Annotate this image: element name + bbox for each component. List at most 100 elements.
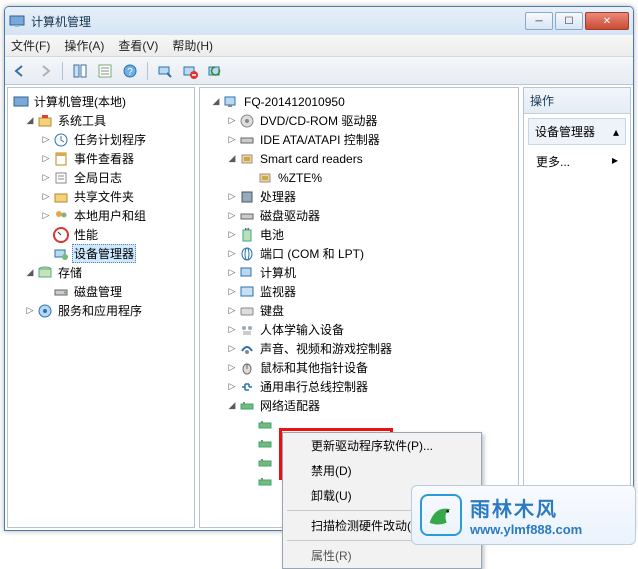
watermark-logo: 雨林木风 www.ylmf888.com: [411, 485, 636, 545]
expand-icon[interactable]: ▷: [40, 172, 52, 184]
expand-icon[interactable]: ▷: [226, 191, 238, 203]
expand-icon[interactable]: ▷: [226, 286, 238, 298]
collapse-icon[interactable]: ◢: [24, 115, 36, 127]
tree-item[interactable]: ▷任务计划程序: [8, 130, 194, 149]
tree-item-label: 本地用户和组: [72, 206, 148, 225]
tree-systools[interactable]: ◢ 系统工具: [8, 111, 194, 130]
expand-icon[interactable]: ▷: [226, 210, 238, 222]
device-icon: [239, 379, 255, 395]
logo-text: 雨林木风: [470, 493, 582, 522]
device-label: Smart card readers: [258, 151, 365, 167]
device-category[interactable]: ▷ 鼠标和其他指针设备: [200, 358, 518, 377]
device-label: 鼠标和其他指针设备: [258, 358, 370, 377]
ctx-disable[interactable]: 禁用(D): [283, 458, 481, 483]
device-icon: [239, 398, 255, 414]
titlebar[interactable]: 计算机管理 ─ ☐ ✕: [5, 7, 633, 35]
device-category[interactable]: ▷ 键盘: [200, 301, 518, 320]
tree-root[interactable]: 计算机管理(本地): [8, 92, 194, 111]
app-icon: [9, 13, 25, 29]
collapse-icon[interactable]: ◢: [24, 267, 36, 279]
ctx-properties[interactable]: 属性(R): [283, 543, 481, 568]
expand-icon[interactable]: ▷: [226, 305, 238, 317]
expand-icon[interactable]: ▷: [226, 115, 238, 127]
expand-icon[interactable]: ▷: [226, 324, 238, 336]
device-category[interactable]: ▷端口 (COM 和 LPT): [200, 244, 518, 263]
device-category[interactable]: ▷计算机: [200, 263, 518, 282]
collapse-icon[interactable]: ◢: [226, 400, 238, 412]
expand-icon[interactable]: ▷: [226, 134, 238, 146]
tree-services[interactable]: ▷ 服务和应用程序: [8, 301, 194, 320]
back-button[interactable]: [9, 60, 31, 82]
actions-subheader[interactable]: 设备管理器 ▴: [528, 118, 626, 145]
expand-icon[interactable]: ▷: [24, 305, 36, 317]
device-category[interactable]: ▷声音、视频和游戏控制器: [200, 339, 518, 358]
tree-services-label: 服务和应用程序: [56, 301, 144, 320]
show-hide-tree-button[interactable]: [69, 60, 91, 82]
collapse-icon[interactable]: ◢: [210, 96, 222, 108]
device-category[interactable]: ▷磁盘驱动器: [200, 206, 518, 225]
toolbar: ?: [5, 57, 633, 85]
device-category[interactable]: ▷IDE ATA/ATAPI 控制器: [200, 130, 518, 149]
tree-item[interactable]: 设备管理器: [8, 244, 194, 263]
tree-item-label: 共享文件夹: [72, 187, 136, 206]
device-category[interactable]: ▷监视器: [200, 282, 518, 301]
device-root-label: FQ-201412010950: [242, 94, 347, 110]
expand-icon[interactable]: ▷: [40, 153, 52, 165]
device-item[interactable]: %ZTE%: [200, 168, 518, 187]
properties-button[interactable]: [94, 60, 116, 82]
device-category[interactable]: ◢网络适配器: [200, 396, 518, 415]
close-button[interactable]: ✕: [585, 12, 629, 30]
minimize-button[interactable]: ─: [525, 12, 553, 30]
device-category[interactable]: ◢ Smart card readers: [200, 149, 518, 168]
expand-icon[interactable]: ▷: [226, 343, 238, 355]
tree-storage[interactable]: ◢ 存储: [8, 263, 194, 282]
expand-icon[interactable]: ▷: [226, 229, 238, 241]
tree-item-label: 磁盘管理: [72, 282, 124, 301]
network-adapter-icon: [257, 455, 273, 471]
menu-file[interactable]: 文件(F): [11, 37, 50, 54]
expand-icon[interactable]: ▷: [40, 191, 52, 203]
device-label: 键盘: [258, 301, 286, 320]
menu-action[interactable]: 操作(A): [64, 37, 104, 54]
menu-view[interactable]: 查看(V): [118, 37, 158, 54]
maximize-button[interactable]: ☐: [555, 12, 583, 30]
category-icon: [53, 170, 69, 186]
device-label: 处理器: [258, 187, 298, 206]
forward-button[interactable]: [34, 60, 56, 82]
tree-item[interactable]: ▷全局日志: [8, 168, 194, 187]
device-label: 电池: [258, 225, 286, 244]
actions-more[interactable]: 更多... ▸: [524, 149, 630, 174]
tree-item[interactable]: ▷事件查看器: [8, 149, 194, 168]
uninstall-device-icon[interactable]: [179, 60, 201, 82]
device-category[interactable]: ▷人体学输入设备: [200, 320, 518, 339]
menu-help[interactable]: 帮助(H): [172, 37, 213, 54]
device-category[interactable]: ▷通用串行总线控制器: [200, 377, 518, 396]
expand-icon[interactable]: ▷: [226, 381, 238, 393]
expand-icon[interactable]: ▷: [40, 134, 52, 146]
device-icon: [239, 265, 255, 281]
left-pane[interactable]: 计算机管理(本地) ◢ 系统工具 ▷任务计划程序▷事件查看器▷全局日志▷共享文件…: [7, 87, 195, 528]
device-category[interactable]: ▷DVD/CD-ROM 驱动器: [200, 111, 518, 130]
expand-icon[interactable]: ▷: [226, 362, 238, 374]
device-category[interactable]: ▷ 电池: [200, 225, 518, 244]
device-category[interactable]: ▷ 处理器: [200, 187, 518, 206]
device-icon: [239, 322, 255, 338]
disk-icon: [53, 284, 69, 300]
collapse-icon[interactable]: ▴: [613, 125, 619, 139]
ctx-update-driver[interactable]: 更新驱动程序软件(P)...: [283, 433, 481, 458]
scan-icon[interactable]: [154, 60, 176, 82]
collapse-icon[interactable]: ◢: [226, 153, 238, 165]
tree-item[interactable]: ▷ 本地用户和组: [8, 206, 194, 225]
expand-icon[interactable]: ▷: [226, 248, 238, 260]
device-root[interactable]: ◢ FQ-201412010950: [200, 92, 518, 111]
tree-storage-label: 存储: [56, 263, 84, 282]
help-button[interactable]: ?: [119, 60, 141, 82]
expand-icon[interactable]: ▷: [40, 210, 52, 222]
expand-icon[interactable]: ▷: [226, 267, 238, 279]
device-icon: [239, 303, 255, 319]
tree-item[interactable]: 磁盘管理: [8, 282, 194, 301]
category-icon: [53, 227, 69, 243]
update-driver-icon[interactable]: [204, 60, 226, 82]
tree-item[interactable]: ▷ 共享文件夹: [8, 187, 194, 206]
tree-item[interactable]: 性能: [8, 225, 194, 244]
